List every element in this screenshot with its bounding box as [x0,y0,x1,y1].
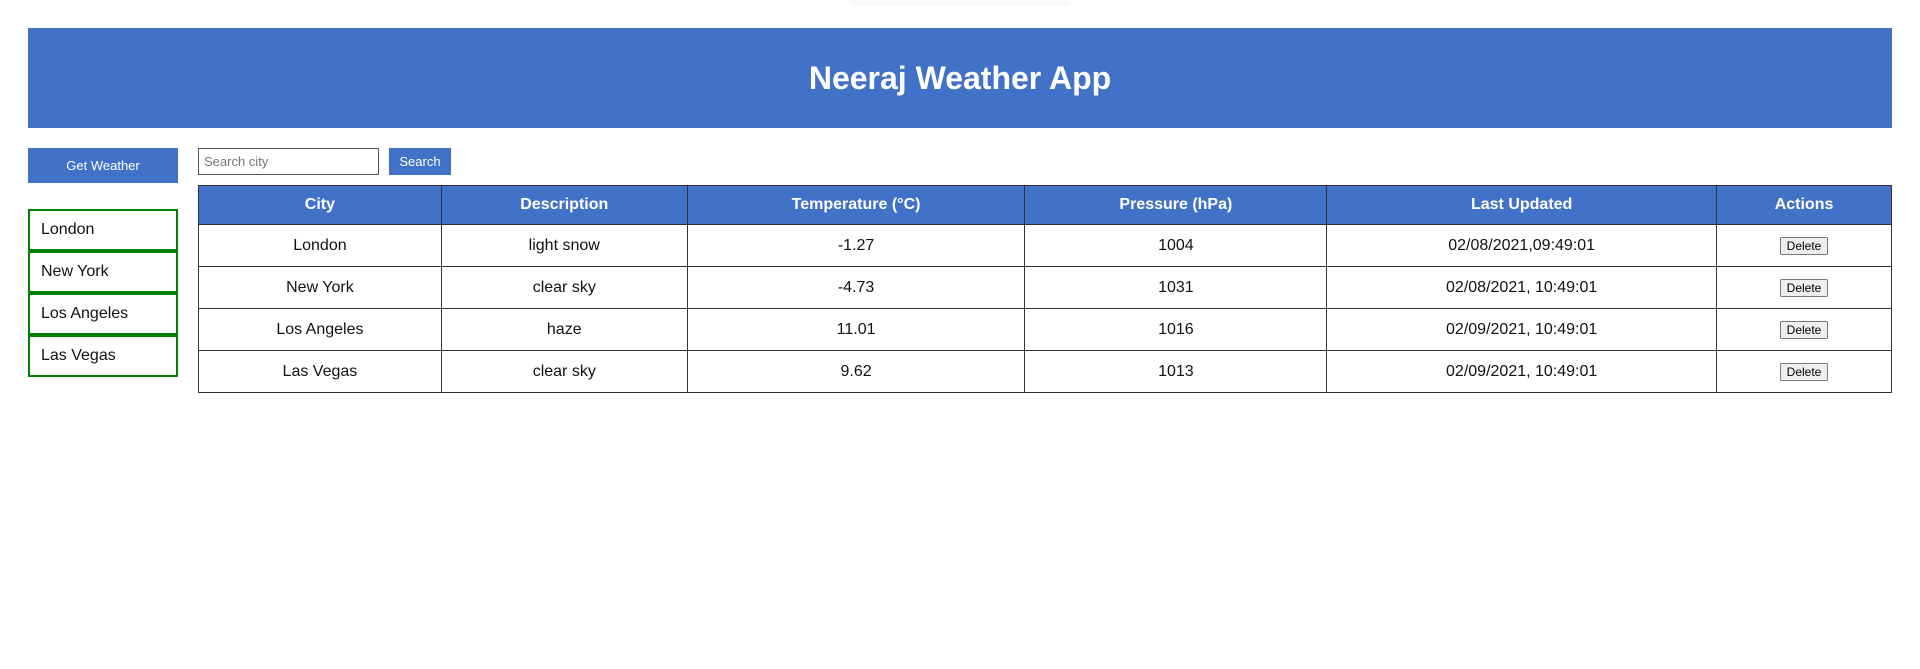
city-list-item[interactable]: New York [28,251,178,293]
cell-description: haze [440,308,688,351]
app-title: Neeraj Weather App [808,59,1112,96]
table-row: Las Vegas clear sky 9.62 1013 02/09/2021… [198,350,1892,393]
table-row: London light snow -1.27 1004 02/08/2021,… [198,224,1892,267]
city-list-item[interactable]: Las Vegas [28,335,178,377]
cell-description: clear sky [440,266,688,309]
cell-actions: Delete [1716,308,1892,351]
column-header-temperature: Temperature (°C) [686,185,1026,225]
cell-actions: Delete [1716,266,1892,309]
column-header-last-updated: Last Updated [1326,185,1718,225]
table-row: Los Angeles haze 11.01 1016 02/09/2021, … [198,308,1892,351]
cell-last-updated: 02/09/2021, 10:49:01 [1326,350,1718,393]
table-row: New York clear sky -4.73 1031 02/08/2021… [198,266,1892,309]
top-bar-shadow [851,0,1071,2]
cell-description: light snow [440,224,688,267]
cell-pressure: 1004 [1024,224,1328,267]
cell-temperature: -1.27 [686,224,1026,267]
get-weather-button[interactable]: Get Weather [28,148,178,183]
cell-description: clear sky [440,350,688,393]
table-header-row: City Description Temperature (°C) Pressu… [198,185,1892,225]
page: Neeraj Weather App Get Weather London Ne… [0,0,1920,669]
cell-city: Las Vegas [198,350,442,393]
weather-table: City Description Temperature (°C) Pressu… [198,185,1892,393]
column-header-actions: Actions [1716,185,1892,225]
cell-pressure: 1031 [1024,266,1328,309]
search-button[interactable]: Search [389,148,451,175]
column-header-pressure: Pressure (hPa) [1024,185,1328,225]
city-list: London New York Los Angeles Las Vegas [28,209,178,377]
delete-button[interactable]: Delete [1779,236,1829,255]
cell-pressure: 1016 [1024,308,1328,351]
cell-last-updated: 02/08/2021,09:49:01 [1326,224,1718,267]
cell-last-updated: 02/08/2021, 10:49:01 [1326,266,1718,309]
city-list-item[interactable]: London [28,209,178,251]
city-list-item[interactable]: Los Angeles [28,293,178,335]
cell-temperature: -4.73 [686,266,1026,309]
column-header-city: City [198,185,442,225]
cell-actions: Delete [1716,350,1892,393]
cell-temperature: 9.62 [686,350,1026,393]
cell-temperature: 11.01 [686,308,1026,351]
cell-pressure: 1013 [1024,350,1328,393]
cell-last-updated: 02/09/2021, 10:49:01 [1326,308,1718,351]
app-header: Neeraj Weather App [28,28,1892,128]
delete-button[interactable]: Delete [1779,320,1829,339]
delete-button[interactable]: Delete [1779,278,1829,297]
column-header-description: Description [440,185,688,225]
search-input[interactable] [198,148,379,175]
cell-city: London [198,224,442,267]
cell-city: New York [198,266,442,309]
cell-actions: Delete [1716,224,1892,267]
delete-button[interactable]: Delete [1779,362,1829,381]
cell-city: Los Angeles [198,308,442,351]
